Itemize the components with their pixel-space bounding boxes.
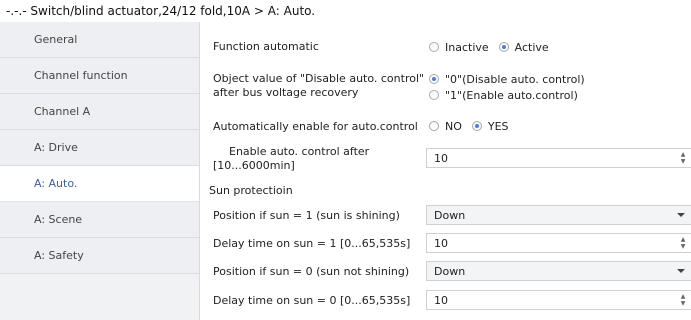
radio-inactive[interactable]: Inactive	[429, 39, 489, 55]
sun-protection-heading: Sun protectioin	[209, 184, 293, 197]
radio-enable-auto-label: "1"(Enable auto.control)	[445, 88, 578, 102]
pos-sun0-label: Position if sun = 0 (sun not shining)	[213, 265, 410, 278]
radio-active-label: Active	[514, 40, 549, 54]
function-automatic-radio-group: Inactive Active	[429, 39, 549, 55]
sidebar-item-a-auto[interactable]: A: Auto.	[0, 166, 199, 202]
sidebar-item-a-scene[interactable]: A: Scene	[0, 202, 199, 238]
sidebar-item-a-safety[interactable]: A: Safety	[0, 238, 199, 274]
pos-sun0-value: Down	[434, 265, 466, 278]
radio-inactive-label: Inactive	[445, 40, 489, 54]
object-value-label-line1: Object value of "Disable auto. control"	[213, 72, 425, 85]
delay-sun0-label: Delay time on sun = 0 [0...65,535s]	[213, 294, 411, 307]
pos-sun1-select[interactable]: Down	[426, 205, 691, 225]
radio-no[interactable]: NO	[429, 118, 462, 134]
dropdown-arrow-icon	[677, 213, 685, 217]
sidebar: General Channel function Channel A A: Dr…	[0, 22, 200, 320]
sidebar-item-general[interactable]: General	[0, 22, 199, 58]
spin-arrows-icon[interactable]: ▲ ▼	[679, 293, 687, 307]
radio-selected-icon	[429, 74, 439, 84]
delay-sun1-value: 10	[434, 237, 448, 250]
object-value-radio-group: "0"(Disable auto. control) "1"(Enable au…	[429, 71, 585, 103]
radio-selected-icon	[498, 42, 509, 52]
object-value-label: Object value of "Disable auto. control" …	[213, 72, 424, 100]
radio-yes-label: YES	[487, 119, 509, 133]
window-title: -.-.- Switch/blind actuator,24/12 fold,1…	[6, 4, 316, 18]
auto-enable-label: Automatically enable for auto.control	[213, 120, 418, 133]
delay-sun1-input[interactable]: 10 ▲ ▼	[426, 233, 691, 253]
radio-active[interactable]: Active	[498, 39, 549, 55]
delay-sun0-value: 10	[434, 294, 448, 307]
delay-sun1-label: Delay time on sun = 1 [0...65,535s]	[213, 237, 411, 250]
enable-after-label-line1: Enable auto. control after	[229, 145, 370, 158]
pos-sun1-label: Position if sun = 1 (sun is shining)	[213, 209, 400, 222]
radio-circle-icon	[429, 90, 439, 100]
dropdown-arrow-icon	[677, 269, 685, 273]
radio-circle-icon	[429, 42, 439, 52]
parameter-panel: Function automatic Inactive Active Objec…	[200, 22, 691, 320]
sidebar-item-channel-a[interactable]: Channel A	[0, 94, 199, 130]
pos-sun1-value: Down	[434, 209, 466, 222]
enable-after-value: 10	[434, 152, 448, 165]
radio-disable-auto[interactable]: "0"(Disable auto. control)	[429, 71, 585, 87]
function-automatic-label: Function automatic	[213, 40, 319, 53]
radio-yes[interactable]: YES	[471, 118, 509, 134]
sidebar-item-a-drive[interactable]: A: Drive	[0, 130, 199, 166]
radio-enable-auto[interactable]: "1"(Enable auto.control)	[429, 87, 585, 103]
enable-after-label-line2: [10...6000min]	[213, 159, 295, 172]
radio-disable-auto-label: "0"(Disable auto. control)	[445, 72, 585, 86]
spin-arrows-icon[interactable]: ▲ ▼	[679, 151, 687, 165]
object-value-label-line2: after bus voltage recovery	[213, 86, 359, 99]
enable-after-input[interactable]: 10 ▲ ▼	[426, 148, 691, 168]
delay-sun0-input[interactable]: 10 ▲ ▼	[426, 290, 691, 310]
enable-after-label: Enable auto. control after [10...6000min…	[213, 145, 369, 173]
pos-sun0-select[interactable]: Down	[426, 261, 691, 281]
radio-no-label: NO	[445, 119, 462, 133]
radio-selected-icon	[471, 121, 482, 131]
auto-enable-radio-group: NO YES	[429, 118, 509, 134]
sidebar-item-channel-function[interactable]: Channel function	[0, 58, 199, 94]
radio-circle-icon	[429, 121, 439, 131]
spin-arrows-icon[interactable]: ▲ ▼	[679, 236, 687, 250]
